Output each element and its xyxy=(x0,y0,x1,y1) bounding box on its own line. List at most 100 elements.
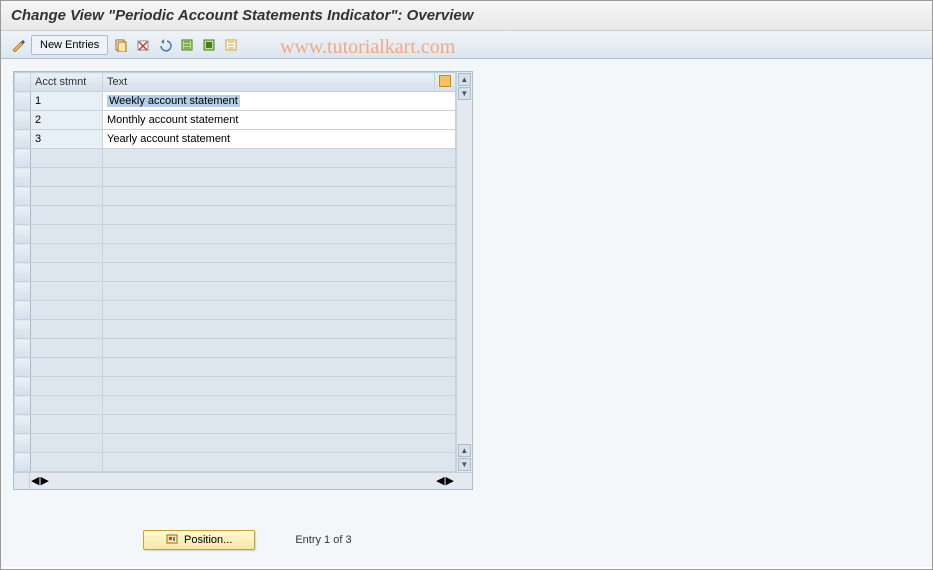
scroll-left-icon[interactable]: ◀ xyxy=(31,474,39,488)
undo-icon[interactable] xyxy=(156,36,174,54)
copy-icon[interactable] xyxy=(112,36,130,54)
acct-cell[interactable] xyxy=(31,206,103,225)
table-row[interactable] xyxy=(15,282,456,301)
text-cell[interactable] xyxy=(103,282,456,301)
acct-cell[interactable] xyxy=(31,168,103,187)
row-selector[interactable] xyxy=(15,111,31,130)
row-selector[interactable] xyxy=(15,225,31,244)
text-column-header[interactable]: Text xyxy=(103,73,435,92)
text-cell[interactable] xyxy=(103,339,456,358)
row-selector[interactable] xyxy=(15,244,31,263)
scroll-up-icon[interactable]: ▲ xyxy=(458,73,471,86)
text-cell[interactable] xyxy=(103,396,456,415)
acct-cell[interactable]: 3 xyxy=(31,130,103,149)
scroll-down-icon[interactable]: ▼ xyxy=(458,87,471,100)
select-all-icon[interactable] xyxy=(178,36,196,54)
table-row[interactable] xyxy=(15,301,456,320)
new-entries-button[interactable]: New Entries xyxy=(31,35,108,55)
table-row[interactable]: 1Weekly account statement xyxy=(15,92,456,111)
text-cell[interactable] xyxy=(103,225,456,244)
table-settings-icon[interactable] xyxy=(439,75,451,87)
select-column-header[interactable] xyxy=(15,73,31,92)
table-row[interactable] xyxy=(15,168,456,187)
text-cell[interactable] xyxy=(103,453,456,472)
text-cell[interactable]: Monthly account statement xyxy=(103,111,456,130)
text-cell[interactable] xyxy=(103,149,456,168)
row-selector[interactable] xyxy=(15,396,31,415)
acct-cell[interactable] xyxy=(31,320,103,339)
row-selector[interactable] xyxy=(15,434,31,453)
row-selector[interactable] xyxy=(15,130,31,149)
text-cell[interactable]: Yearly account statement xyxy=(103,130,456,149)
acct-cell[interactable] xyxy=(31,377,103,396)
table-row[interactable] xyxy=(15,358,456,377)
horizontal-scrollbar[interactable]: ◀ ▶ ◀ ▶ xyxy=(14,472,472,489)
acct-cell[interactable] xyxy=(31,301,103,320)
scroll-down-icon[interactable]: ▼ xyxy=(458,458,471,471)
acct-cell[interactable] xyxy=(31,149,103,168)
table-row[interactable] xyxy=(15,415,456,434)
row-selector[interactable] xyxy=(15,301,31,320)
text-cell[interactable] xyxy=(103,301,456,320)
table-row[interactable] xyxy=(15,396,456,415)
text-cell[interactable] xyxy=(103,358,456,377)
table-row[interactable] xyxy=(15,225,456,244)
text-cell[interactable] xyxy=(103,377,456,396)
acct-cell[interactable] xyxy=(31,358,103,377)
acct-cell[interactable] xyxy=(31,339,103,358)
text-cell[interactable] xyxy=(103,244,456,263)
acct-cell[interactable]: 1 xyxy=(31,92,103,111)
text-cell[interactable] xyxy=(103,320,456,339)
scroll-right-icon[interactable]: ▶ xyxy=(40,474,48,488)
table-row[interactable] xyxy=(15,434,456,453)
table-row[interactable] xyxy=(15,187,456,206)
deselect-all-icon[interactable] xyxy=(222,36,240,54)
table-row[interactable] xyxy=(15,320,456,339)
text-cell[interactable] xyxy=(103,168,456,187)
row-selector[interactable] xyxy=(15,168,31,187)
row-selector[interactable] xyxy=(15,377,31,396)
table-row[interactable] xyxy=(15,339,456,358)
config-column-header[interactable] xyxy=(434,73,455,92)
row-selector[interactable] xyxy=(15,263,31,282)
scroll-up-icon[interactable]: ▲ xyxy=(458,444,471,457)
row-selector[interactable] xyxy=(15,282,31,301)
acct-cell[interactable] xyxy=(31,225,103,244)
select-block-icon[interactable] xyxy=(200,36,218,54)
delete-icon[interactable] xyxy=(134,36,152,54)
table-row[interactable] xyxy=(15,453,456,472)
position-button[interactable]: Position... xyxy=(143,530,255,550)
acct-cell[interactable] xyxy=(31,415,103,434)
text-cell[interactable] xyxy=(103,434,456,453)
row-selector[interactable] xyxy=(15,206,31,225)
acct-column-header[interactable]: Acct stmnt xyxy=(31,73,103,92)
table-row[interactable] xyxy=(15,377,456,396)
acct-cell[interactable] xyxy=(31,244,103,263)
acct-cell[interactable] xyxy=(31,396,103,415)
vertical-scrollbar[interactable]: ▲ ▼ ▲ ▼ xyxy=(456,72,472,472)
row-selector[interactable] xyxy=(15,339,31,358)
row-selector[interactable] xyxy=(15,320,31,339)
text-cell[interactable] xyxy=(103,263,456,282)
text-cell[interactable] xyxy=(103,415,456,434)
text-cell[interactable]: Weekly account statement xyxy=(103,92,456,111)
row-selector[interactable] xyxy=(15,415,31,434)
table-row[interactable]: 3Yearly account statement xyxy=(15,130,456,149)
scroll-left-icon[interactable]: ◀ xyxy=(436,474,444,488)
table-row[interactable] xyxy=(15,244,456,263)
row-selector[interactable] xyxy=(15,358,31,377)
text-cell[interactable] xyxy=(103,187,456,206)
acct-cell[interactable] xyxy=(31,263,103,282)
row-selector[interactable] xyxy=(15,453,31,472)
table-row[interactable] xyxy=(15,263,456,282)
table-row[interactable]: 2Monthly account statement xyxy=(15,111,456,130)
acct-cell[interactable] xyxy=(31,187,103,206)
toggle-display-icon[interactable] xyxy=(9,36,27,54)
acct-cell[interactable] xyxy=(31,434,103,453)
acct-cell[interactable] xyxy=(31,282,103,301)
table-row[interactable] xyxy=(15,206,456,225)
row-selector[interactable] xyxy=(15,149,31,168)
acct-cell[interactable]: 2 xyxy=(31,111,103,130)
table-row[interactable] xyxy=(15,149,456,168)
row-selector[interactable] xyxy=(15,187,31,206)
